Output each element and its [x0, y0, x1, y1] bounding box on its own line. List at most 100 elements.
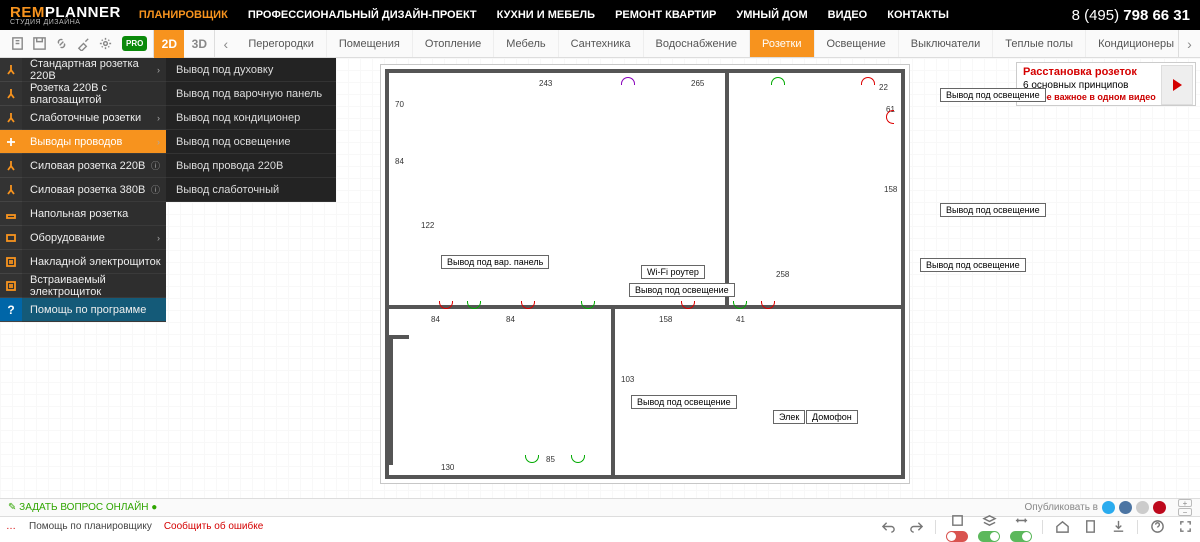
phone-number[interactable]: 8 (495) 798 66 31	[1072, 7, 1190, 24]
page-icon[interactable]	[1081, 518, 1099, 536]
plan-label-light3[interactable]: Вывод под освещение	[920, 258, 1026, 272]
help-icon[interactable]	[1148, 518, 1166, 536]
plan-label-light6[interactable]: Вывод под освещение	[629, 283, 735, 297]
redo-icon[interactable]	[907, 518, 925, 536]
side-lbl: Оборудование	[30, 232, 105, 244]
tab-furniture[interactable]: Мебель	[494, 30, 558, 57]
plan-label-elec[interactable]: Элек	[773, 410, 805, 424]
toggle-a[interactable]	[946, 531, 968, 542]
socket-icon[interactable]	[771, 77, 785, 85]
nav-kitchen[interactable]: КУХНИ И МЕБЕЛЬ	[497, 9, 595, 21]
nav-renovation[interactable]: РЕМОНТ КВАРТИР	[615, 9, 716, 21]
tab-lighting[interactable]: Освещение	[815, 30, 899, 57]
plan-label-light2[interactable]: Вывод под освещение	[940, 203, 1046, 217]
sub-hob[interactable]: Вывод под варочную панель	[166, 82, 336, 106]
phone-prefix: 8 (495)	[1072, 7, 1124, 24]
plan-label-light1[interactable]: Вывод под освещение	[940, 88, 1046, 102]
tab-heating[interactable]: Отопление	[413, 30, 494, 57]
tab-floorheat[interactable]: Теплые полы	[993, 30, 1086, 57]
tools-icon[interactable]	[72, 33, 94, 55]
layer-icon	[948, 511, 966, 529]
logo[interactable]: REMPLANNER СТУДИЯ ДИЗАЙНА	[10, 4, 121, 26]
side-builtin-panel[interactable]: Встраиваемый электрощиток	[0, 274, 166, 298]
tab-plumbing[interactable]: Сантехника	[559, 30, 644, 57]
side-lowvolt[interactable]: Слаботочные розетки›	[0, 106, 166, 130]
side-floor-socket[interactable]: Напольная розетка	[0, 202, 166, 226]
socket-icon[interactable]	[525, 455, 539, 463]
socket-icon[interactable]	[621, 77, 635, 85]
nav-planner[interactable]: ПЛАНИРОВЩИК	[139, 9, 228, 21]
dim-70: 70	[395, 100, 404, 109]
nav-contacts[interactable]: КОНТАКТЫ	[887, 9, 949, 21]
info-icon: ⓘ	[151, 159, 160, 172]
sub-ac[interactable]: Вывод под кондиционер	[166, 106, 336, 130]
socket-icon[interactable]	[571, 455, 585, 463]
dim-85: 85	[546, 455, 555, 464]
side-power-380[interactable]: Силовая розетка 380В ⓘ	[0, 178, 166, 202]
socket-icon[interactable]	[886, 110, 894, 124]
side-surface-panel[interactable]: Накладной электрощиток	[0, 250, 166, 274]
plan-label-hob[interactable]: Вывод под вар. панель	[441, 255, 549, 269]
footer-report-link[interactable]: Сообщить об ошибке	[164, 521, 263, 532]
fullscreen-icon[interactable]	[1176, 518, 1194, 536]
side-lbl: Слаботочные розетки	[30, 112, 141, 124]
side-lbl: Розетка 220В с влагозащитой	[30, 82, 166, 106]
settings-icon[interactable]	[94, 33, 116, 55]
tab-partitions[interactable]: Перегородки	[236, 30, 327, 57]
tab-sockets[interactable]: Розетки	[750, 30, 815, 57]
view-toggle: 2D 3D	[154, 30, 214, 57]
new-file-icon[interactable]	[6, 33, 28, 55]
dim-158a: 158	[884, 185, 897, 194]
side-power-220[interactable]: Силовая розетка 220В ⓘ	[0, 154, 166, 178]
toggle-c[interactable]	[1010, 531, 1032, 542]
nav-smarthome[interactable]: УМНЫЙ ДОМ	[736, 9, 807, 21]
pro-badge[interactable]: PRO	[122, 36, 147, 51]
side-lbl: Силовая розетка 220В	[30, 160, 145, 172]
side-standard-220[interactable]: Стандартная розетка 220В›	[0, 58, 166, 82]
undo-icon[interactable]	[879, 518, 897, 536]
floor-plan[interactable]: 243 265 22 70 61 84 158 122 258 84 84 41…	[380, 64, 910, 484]
dim-22: 22	[879, 83, 888, 92]
nav-design[interactable]: ПРОФЕССИОНАЛЬНЫЙ ДИЗАЙН-ПРОЕКТ	[248, 9, 477, 21]
ask-online-link[interactable]: ✎ ЗАДАТЬ ВОПРОС ОНЛАЙН ●	[8, 502, 157, 513]
side-waterproof-220[interactable]: Розетка 220В с влагозащитой	[0, 82, 166, 106]
side-lbl: Накладной электрощиток	[30, 256, 161, 268]
tab-rooms[interactable]: Помещения	[327, 30, 413, 57]
side-help[interactable]: ?Помощь по программе	[0, 298, 166, 322]
toggle-b[interactable]	[978, 531, 1000, 542]
sub-oven[interactable]: Вывод под духовку	[166, 58, 336, 82]
download-icon[interactable]	[1109, 518, 1127, 536]
tab-switches[interactable]: Выключатели	[899, 30, 993, 57]
tab-ac[interactable]: Кондиционеры	[1086, 30, 1178, 57]
view-2d[interactable]: 2D	[154, 30, 184, 58]
tab-water[interactable]: Водоснабжение	[644, 30, 750, 57]
nav-video[interactable]: ВИДЕО	[828, 9, 868, 21]
side-lbl: Силовая розетка 380В	[30, 184, 145, 196]
socket-icon[interactable]	[861, 77, 875, 85]
side-equipment[interactable]: Оборудование›	[0, 226, 166, 250]
home-icon[interactable]	[1053, 518, 1071, 536]
sub-light[interactable]: Вывод под освещение	[166, 130, 336, 154]
footer-tools	[879, 511, 1194, 542]
view-3d[interactable]: 3D	[184, 30, 214, 58]
link-icon[interactable]	[50, 33, 72, 55]
tool-palette: Стандартная розетка 220В› Розетка 220В с…	[0, 58, 166, 322]
canvas[interactable]: Стандартная розетка 220В› Розетка 220В с…	[0, 58, 1200, 498]
sub-220[interactable]: Вывод провода 220В	[166, 154, 336, 178]
tabs-scroll-right-icon[interactable]: ›	[1178, 30, 1200, 57]
footer-help-link[interactable]: Помощь по планировщику	[29, 521, 152, 532]
sub-lowv[interactable]: Вывод слаботочный	[166, 178, 336, 202]
side-wireouts[interactable]: Выводы проводов›	[0, 130, 166, 154]
dim-icon	[1012, 511, 1030, 529]
file-tools: PRO	[0, 30, 154, 57]
main-nav: ПЛАНИРОВЩИК ПРОФЕССИОНАЛЬНЫЙ ДИЗАЙН-ПРОЕ…	[139, 9, 1072, 21]
tabs-scroll-left-icon[interactable]: ‹	[214, 30, 236, 57]
save-icon[interactable]	[28, 33, 50, 55]
side-lbl: Стандартная розетка 220В	[30, 58, 166, 82]
plan-label-domofon[interactable]: Домофон	[806, 410, 858, 424]
info-icon: ⓘ	[151, 183, 160, 196]
plan-label-wifi[interactable]: Wi-Fi роутер	[641, 265, 705, 279]
side-lbl: Напольная розетка	[30, 208, 128, 220]
plan-label-light5[interactable]: Вывод под освещение	[631, 395, 737, 409]
dim-84a: 84	[395, 157, 404, 166]
